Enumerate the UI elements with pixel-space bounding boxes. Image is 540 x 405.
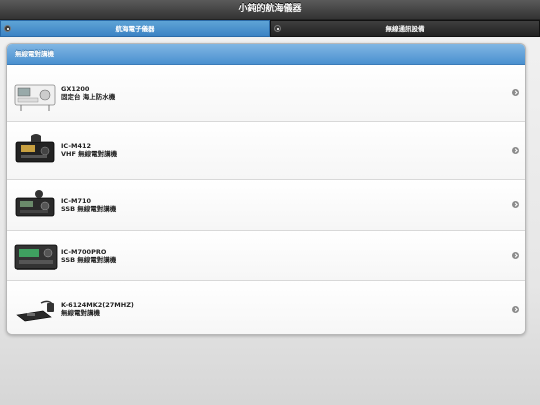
- item-text: GX1200 固定台 海上防水機: [61, 85, 115, 101]
- menu-icon: [4, 25, 11, 32]
- item-model: IC-M412: [61, 142, 92, 150]
- app-header: 小鈍的航海儀器: [0, 0, 540, 20]
- list-item-ic-m412[interactable]: IC-M412 VHF 無線電對講機: [7, 122, 525, 180]
- menu-icon: [274, 25, 281, 32]
- item-model: K-6124MK2(27MHZ): [61, 301, 134, 309]
- item-model: IC-M700PRO: [61, 248, 107, 256]
- chevron-right-icon: [512, 306, 519, 313]
- list-item-ic-m700pro[interactable]: IC-M700PRO SSB 無線電對講機: [7, 231, 525, 281]
- tab-label: 無線通訊設備: [385, 25, 425, 33]
- item-text: K-6124MK2(27MHZ) 無線電對講機: [61, 301, 134, 317]
- item-text: IC-M412 VHF 無線電對講機: [61, 142, 117, 158]
- product-list: 無線電對講機 GX1200 固定台 海上防水機 IC-M412 VHF 無線電對…: [6, 43, 526, 335]
- list-item-gx1200[interactable]: GX1200 固定台 海上防水機: [7, 65, 525, 122]
- item-text: IC-M710 SSB 無線電對講機: [61, 197, 116, 213]
- list-item-ic-m710[interactable]: IC-M710 SSB 無線電對講機: [7, 180, 525, 231]
- radio-image: [13, 73, 59, 115]
- tab-label: 航海電子儀器: [115, 25, 155, 33]
- radio-image: [13, 289, 59, 331]
- radio-image: [13, 184, 59, 226]
- navbar: 航海電子儀器 無線通訊設備: [0, 20, 540, 37]
- chevron-right-icon: [512, 201, 519, 208]
- item-desc: 無線電對講機: [61, 309, 100, 317]
- page-title: 小鈍的航海儀器: [238, 4, 302, 14]
- tab-radio-equipment[interactable]: 無線通訊設備: [270, 20, 540, 37]
- item-text: IC-M700PRO SSB 無線電對講機: [61, 248, 116, 264]
- radio-image: [13, 235, 59, 277]
- item-desc: SSB 無線電對講機: [61, 256, 117, 264]
- chevron-right-icon: [512, 89, 519, 96]
- item-desc: VHF 無線電對講機: [61, 150, 118, 158]
- list-divider: 無線電對講機: [7, 44, 525, 65]
- chevron-right-icon: [512, 252, 519, 259]
- radio-image: [13, 130, 59, 172]
- item-model: GX1200: [61, 85, 90, 93]
- tab-marine-electronics[interactable]: 航海電子儀器: [0, 20, 270, 37]
- item-desc: 固定台 海上防水機: [61, 93, 116, 101]
- chevron-right-icon: [512, 147, 519, 154]
- item-desc: SSB 無線電對講機: [61, 205, 117, 213]
- list-item-k-6124mk2[interactable]: K-6124MK2(27MHZ) 無線電對講機: [7, 281, 525, 334]
- item-model: IC-M710: [61, 197, 92, 205]
